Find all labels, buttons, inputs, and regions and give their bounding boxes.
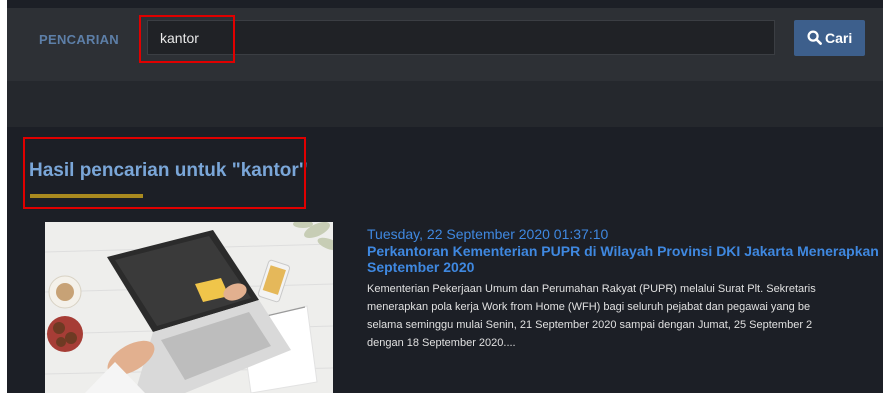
excerpt-line: selama seminggu mulai Senin, 21 Septembe… xyxy=(367,319,813,331)
result-title-line: September 2020 xyxy=(367,259,475,275)
result-thumbnail[interactable] xyxy=(45,222,333,393)
search-button-label: Cari xyxy=(825,30,853,46)
search-label: PENCARIAN xyxy=(39,32,119,47)
sub-bar xyxy=(7,81,883,127)
result-date: Tuesday, 22 September 2020 01:37:10 xyxy=(367,226,609,242)
result-title-link[interactable]: Perkantoran Kementerian PUPR di Wilayah … xyxy=(367,243,883,275)
page: PENCARIAN kantor Cari Hasil pencarian un… xyxy=(7,0,883,393)
search-query-highlight xyxy=(139,15,235,63)
search-input[interactable]: kantor xyxy=(147,20,775,55)
excerpt-line: Kementerian Pekerjaan Umum dan Perumahan… xyxy=(367,283,816,295)
result-title-line: Perkantoran Kementerian PUPR di Wilayah … xyxy=(367,243,879,259)
laptop-workspace-image xyxy=(45,222,333,393)
excerpt-line: dengan 18 September 2020.... xyxy=(367,337,516,349)
excerpt-line: menerapkan pola kerja Work from Home (WF… xyxy=(367,301,811,313)
results-heading-highlight xyxy=(23,137,306,209)
result-excerpt: Kementerian Pekerjaan Umum dan Perumahan… xyxy=(367,280,883,352)
search-icon xyxy=(807,30,822,45)
search-button[interactable]: Cari xyxy=(794,20,865,56)
